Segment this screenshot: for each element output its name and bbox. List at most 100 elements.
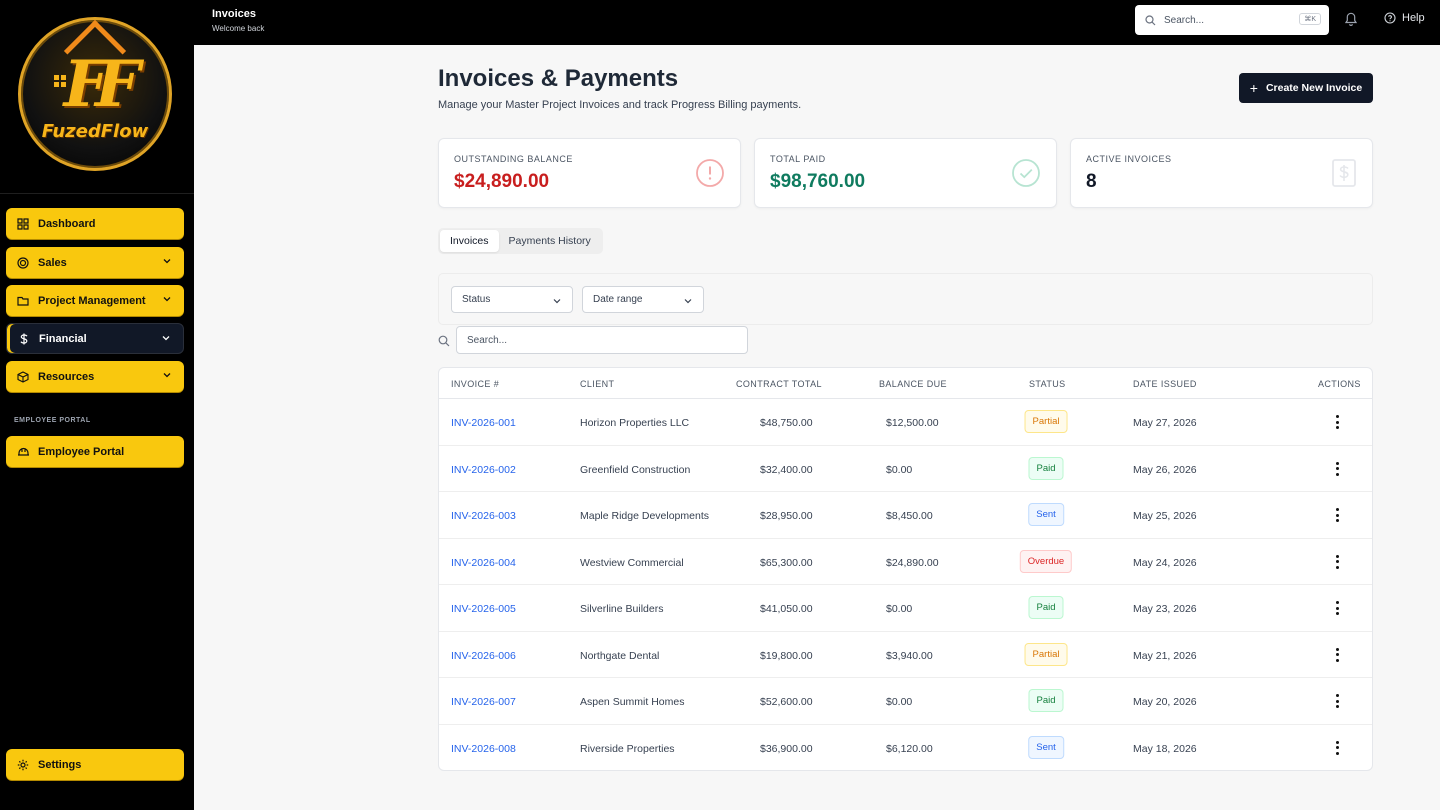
sidebar-item-sales[interactable]: Sales [6, 247, 184, 278]
box-icon [16, 370, 30, 384]
date-issued: May 18, 2026 [1133, 742, 1197, 755]
topbar-subtitle: Welcome back [212, 24, 265, 33]
total-paid-card: TOTAL PAID $98,760.00 [754, 138, 1057, 208]
contract-total: $19,800.00 [760, 649, 813, 662]
search-icon [438, 334, 450, 352]
column-header-client[interactable]: CLIENT [580, 379, 614, 389]
more-actions-icon[interactable] [1334, 554, 1340, 569]
date-issued: May 25, 2026 [1133, 510, 1197, 522]
table-row[interactable]: INV-2026-003 Maple Ridge Developments $28,… [439, 492, 1372, 539]
page-title: Invoices & Payments [438, 65, 679, 92]
dollar-icon [17, 332, 31, 346]
more-actions-icon[interactable] [1334, 508, 1340, 522]
card-value: $98,760.00 [770, 171, 866, 192]
table-row[interactable]: INV-2026-001 Horizon Properties LLC $48,75… [439, 399, 1372, 446]
tab-payments-history[interactable]: Payments History [499, 230, 601, 252]
date-range-select[interactable]: Date range [582, 286, 704, 313]
table-row[interactable]: INV-2026-005 Silverline Builders $41,050.0… [439, 585, 1372, 632]
table-row[interactable]: INV-2026-008 Riverside Properties $36,900.… [439, 725, 1372, 771]
sidebar-item-financial[interactable]: Financial [6, 323, 184, 354]
invoice-number-link[interactable]: INV-2026-002 [451, 464, 516, 476]
more-actions-icon[interactable] [1334, 694, 1340, 708]
topbar: Invoices Welcome back Search... ⌘K Help [194, 0, 1440, 45]
more-actions-icon[interactable] [1334, 647, 1340, 662]
status-filter-value: Status [462, 294, 491, 305]
keyboard-shortcut-badge: ⌘K [1299, 13, 1321, 25]
column-header-invoice[interactable]: INVOICE # [451, 379, 499, 389]
help-button[interactable]: Help [1384, 12, 1425, 24]
status-badge: Paid [1028, 689, 1064, 712]
client-name: Northgate Dental [580, 649, 660, 662]
card-value: $24,890.00 [454, 171, 550, 192]
gear-icon [16, 758, 30, 772]
tab-invoices[interactable]: Invoices [440, 230, 499, 252]
invoice-number-link[interactable]: INV-2026-004 [451, 557, 516, 569]
invoice-number-link[interactable]: INV-2026-003 [451, 510, 516, 522]
chevron-down-icon [162, 370, 172, 383]
date-issued: May 26, 2026 [1133, 463, 1197, 476]
plus-icon: + [1249, 80, 1258, 96]
invoice-number-link[interactable]: INV-2026-006 [451, 650, 516, 662]
status-badge: Sent [1028, 503, 1064, 526]
target-icon [16, 256, 30, 270]
page-subtitle: Manage your Master Project Invoices and … [438, 99, 802, 111]
global-search[interactable]: Search... ⌘K [1135, 5, 1329, 35]
logo-wordmark: FuzedFlow [41, 121, 149, 142]
search-icon [1145, 14, 1156, 26]
create-invoice-label: Create New Invoice [1265, 82, 1363, 94]
chevron-down-icon [162, 256, 172, 269]
invoice-number-link[interactable]: INV-2026-005 [451, 603, 516, 615]
alert-circle-icon [695, 158, 725, 193]
view-tabs: Invoices Payments History [438, 228, 603, 254]
card-value: 8 [1086, 171, 1097, 192]
sidebar-item-label: Employee Portal [38, 445, 125, 458]
sidebar-item-label: Financial [39, 332, 87, 345]
column-header-status[interactable]: STATUS [1029, 379, 1066, 389]
contract-total: $52,600.00 [760, 696, 813, 708]
chevron-down-icon [552, 296, 562, 309]
more-actions-icon[interactable] [1334, 601, 1340, 615]
status-filter-select[interactable]: Status [451, 286, 573, 313]
date-issued: May 21, 2026 [1133, 649, 1197, 662]
column-header-date-issued[interactable]: DATE ISSUED [1133, 379, 1197, 389]
invoice-number-link[interactable]: INV-2026-007 [451, 696, 516, 708]
status-badge: Paid [1028, 596, 1064, 619]
card-label: OUTSTANDING BALANCE [454, 154, 573, 164]
more-actions-icon[interactable] [1334, 740, 1340, 755]
date-range-value: Date range [593, 294, 643, 305]
date-issued: May 23, 2026 [1133, 603, 1197, 615]
table-row[interactable]: INV-2026-004 Westview Commercial $65,300.0… [439, 539, 1372, 585]
status-badge: Paid [1028, 456, 1064, 480]
help-label: Help [1402, 12, 1425, 24]
invoice-number-link[interactable]: INV-2026-001 [451, 417, 516, 429]
sidebar-item-resources[interactable]: Resources [6, 361, 184, 392]
more-actions-icon[interactable] [1334, 461, 1340, 476]
chevron-down-icon [161, 333, 171, 346]
invoice-number-link[interactable]: INV-2026-008 [451, 743, 516, 755]
table-row[interactable]: INV-2026-007 Aspen Summit Homes $52,600.00… [439, 678, 1372, 725]
create-invoice-button[interactable]: + Create New Invoice [1239, 73, 1373, 103]
more-actions-icon[interactable] [1334, 415, 1340, 429]
bell-icon[interactable] [1344, 11, 1358, 32]
invoice-search-input[interactable] [456, 326, 748, 354]
table-row[interactable]: INV-2026-002 Greenfield Construction $32,4… [439, 446, 1372, 492]
sidebar-item-label: Settings [38, 758, 82, 771]
grid-icon [16, 217, 30, 231]
sidebar-item-settings[interactable]: Settings [6, 749, 184, 780]
table-row[interactable]: INV-2026-006 Northgate Dental $19,800.00 $3… [439, 632, 1372, 678]
client-name: Greenfield Construction [580, 463, 691, 476]
client-name: Silverline Builders [580, 603, 664, 615]
sidebar-item-employee-portal[interactable]: Employee Portal [6, 436, 184, 467]
column-header-balance-due[interactable]: BALANCE DUE [879, 379, 947, 389]
chevron-down-icon [683, 296, 693, 309]
chevron-down-icon [162, 294, 172, 307]
hard-hat-icon [16, 445, 30, 459]
column-header-contract-total[interactable]: CONTRACT TOTAL [736, 379, 822, 389]
status-badge: Sent [1028, 735, 1064, 759]
logo-monogram: FF [63, 47, 141, 122]
balance-due: $6,120.00 [886, 742, 933, 755]
folder-icon [16, 294, 30, 308]
brand-logo[interactable]: FF FuzedFlow [18, 17, 172, 171]
sidebar-item-project-management[interactable]: Project Management [6, 285, 184, 316]
sidebar-item-dashboard[interactable]: Dashboard [6, 208, 184, 239]
